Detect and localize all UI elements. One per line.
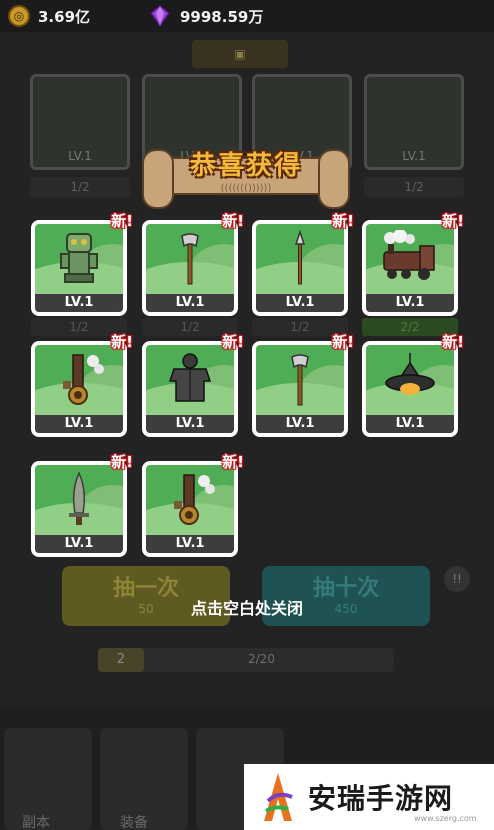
banner-title: 恭喜获得	[189, 151, 302, 181]
bg-card-count: 1/2	[364, 177, 464, 197]
new-badge: 新!	[442, 333, 464, 351]
spear-icon	[294, 230, 306, 285]
axe-icon	[181, 233, 199, 285]
card-art-area: LV.1	[256, 224, 344, 312]
watermark-url: www.szerg.com	[414, 814, 477, 823]
reward-banner: 恭喜获得 ((((((())))))	[142, 143, 350, 209]
draw-progress-bar: 2 2/20	[98, 648, 394, 672]
reward-card-steam-cannon[interactable]: LV.1 新!	[142, 453, 244, 557]
new-badge: 新!	[111, 333, 133, 351]
new-badge: 新!	[332, 212, 354, 230]
new-badge: 新!	[332, 333, 354, 351]
reward-card-jade-idol[interactable]: LV.1 新!	[31, 212, 133, 316]
card-art-area: LV.1	[35, 224, 123, 312]
banner-subtitle: ((((((())))))	[220, 183, 272, 194]
armor-icon	[168, 353, 212, 402]
nav-tab-label: 装备	[120, 815, 148, 830]
coin-icon: ◎	[8, 5, 30, 27]
reward-card-armor[interactable]: LV.1 新!	[142, 333, 244, 437]
card-art-area: LV.1	[35, 465, 123, 553]
lamp-hat-icon	[385, 353, 435, 395]
card-level: LV.1	[256, 415, 344, 433]
card-art-area: LV.1	[366, 224, 454, 312]
reward-card-axe[interactable]: LV.1 新!	[142, 212, 244, 316]
card-level: LV.1	[366, 415, 454, 433]
new-badge: 新!	[222, 453, 244, 471]
steam-cannon-icon	[63, 354, 104, 405]
reward-card-lamp-hat[interactable]: LV.1 新!	[362, 333, 464, 437]
card-art-area: LV.1	[366, 345, 454, 433]
card-level: LV.1	[146, 415, 234, 433]
new-badge: 新!	[111, 212, 133, 230]
gem-icon	[150, 5, 170, 27]
reward-card-steam-train[interactable]: LV.1 新!	[362, 212, 464, 316]
progress-level: 2	[98, 648, 144, 672]
reward-card-axe[interactable]: LV.1 新!	[252, 333, 354, 437]
card-level: LV.1	[35, 535, 123, 553]
bg-card-level: LV.1	[68, 149, 92, 163]
new-badge: 新!	[222, 212, 244, 230]
bg-card: LV.1	[364, 74, 464, 170]
steam-cannon-icon	[174, 474, 215, 525]
card-level: LV.1	[146, 535, 234, 553]
bg-pool-tag: ▣	[192, 40, 288, 68]
stone-sword-icon	[69, 471, 89, 525]
top-resource-bar: ◎ 3.69亿 9998.59万	[0, 0, 494, 32]
reward-card-steam-cannon[interactable]: LV.1 新!	[31, 333, 133, 437]
close-hint: 点击空白处关闭	[190, 599, 303, 618]
site-logo-icon	[264, 773, 293, 821]
card-art-area: LV.1	[146, 345, 234, 433]
card-art-area: LV.1	[146, 224, 234, 312]
jade-idol-icon	[60, 233, 98, 283]
card-level: LV.1	[35, 415, 123, 433]
new-badge: 新!	[222, 333, 244, 351]
new-badge: 新!	[442, 212, 464, 230]
steam-train-icon	[383, 230, 435, 280]
card-art-area: LV.1	[256, 345, 344, 433]
bg-card-count: 1/2	[30, 177, 130, 197]
card-level: LV.1	[366, 294, 454, 312]
gem-counter: 9998.59万	[150, 0, 263, 32]
card-level: LV.1	[35, 294, 123, 312]
progress-text: 2/20	[248, 652, 275, 666]
new-badge: 新!	[111, 453, 133, 471]
info-icon[interactable]: !!	[444, 566, 470, 592]
card-art-area: LV.1	[146, 465, 234, 553]
card-level: LV.1	[146, 294, 234, 312]
coin-counter: ◎ 3.69亿	[8, 0, 90, 32]
card-art-area: LV.1	[35, 345, 123, 433]
site-watermark: 安瑞手游网 www.szerg.com	[244, 764, 494, 830]
watermark-text: 安瑞手游网	[308, 782, 454, 815]
card-level: LV.1	[256, 294, 344, 312]
bg-card-level: LV.1	[402, 149, 426, 163]
reward-card-stone-sword[interactable]: LV.1 新!	[31, 453, 133, 557]
coin-value: 3.69亿	[38, 7, 91, 26]
axe-icon	[291, 354, 309, 406]
reward-card-spear[interactable]: LV.1 新!	[252, 212, 354, 316]
nav-tab-label: 副本	[22, 815, 50, 830]
bg-card: LV.1	[30, 74, 130, 170]
gem-value: 9998.59万	[180, 7, 264, 26]
